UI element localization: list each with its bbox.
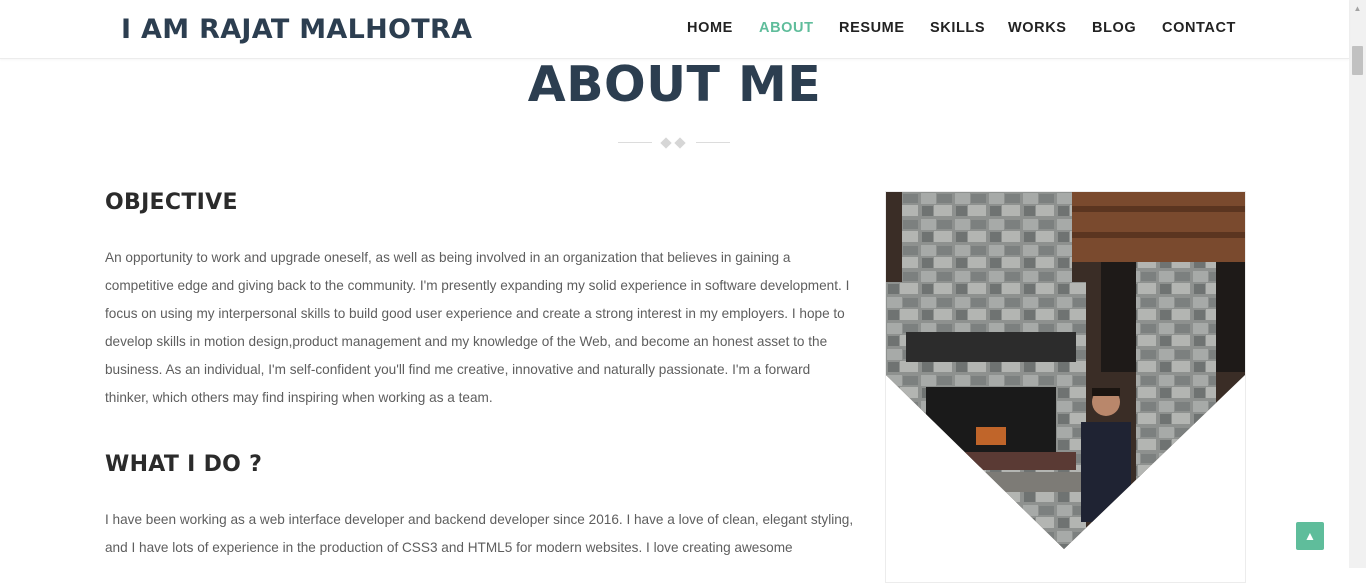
divider-diamond-icon xyxy=(660,137,672,149)
page-title: ABOUT ME xyxy=(527,56,822,113)
what-i-do-text: I have been working as a web interface d… xyxy=(105,512,854,555)
site-logo-text[interactable]: I AM RAJAT MALHOTRA xyxy=(121,14,472,45)
profile-photo xyxy=(886,192,1245,549)
objective-heading: OBJECTIVE xyxy=(105,190,238,215)
nav-home[interactable]: HOME xyxy=(687,20,733,36)
title-divider xyxy=(618,135,732,151)
photo-image xyxy=(886,192,1245,549)
chevron-up-icon: ▲ xyxy=(1304,529,1316,543)
nav-blog[interactable]: BLOG xyxy=(1092,20,1136,36)
what-i-do-heading: WHAT I DO ? xyxy=(105,452,263,477)
nav-resume[interactable]: RESUME xyxy=(839,20,905,36)
profile-photo-card xyxy=(885,191,1246,583)
scroll-up-arrow-icon[interactable]: ▲ xyxy=(1349,0,1366,17)
site-header: I AM RAJAT MALHOTRA HOME ABOUT RESUME SK… xyxy=(0,0,1349,59)
nav-contact[interactable]: CONTACT xyxy=(1162,20,1236,36)
divider-line-right xyxy=(696,142,730,143)
divider-line-left xyxy=(618,142,652,143)
divider-diamond-icon xyxy=(674,137,686,149)
nav-works[interactable]: WORKS xyxy=(1008,20,1067,36)
back-to-top-button[interactable]: ▲ xyxy=(1296,522,1324,550)
nav-about[interactable]: ABOUT xyxy=(759,20,814,36)
nav-skills[interactable]: SKILLS xyxy=(930,20,985,36)
objective-text: An opportunity to work and upgrade onese… xyxy=(105,250,850,405)
page-scrollbar[interactable]: ▲ xyxy=(1349,0,1366,568)
scrollbar-thumb[interactable] xyxy=(1352,46,1363,75)
